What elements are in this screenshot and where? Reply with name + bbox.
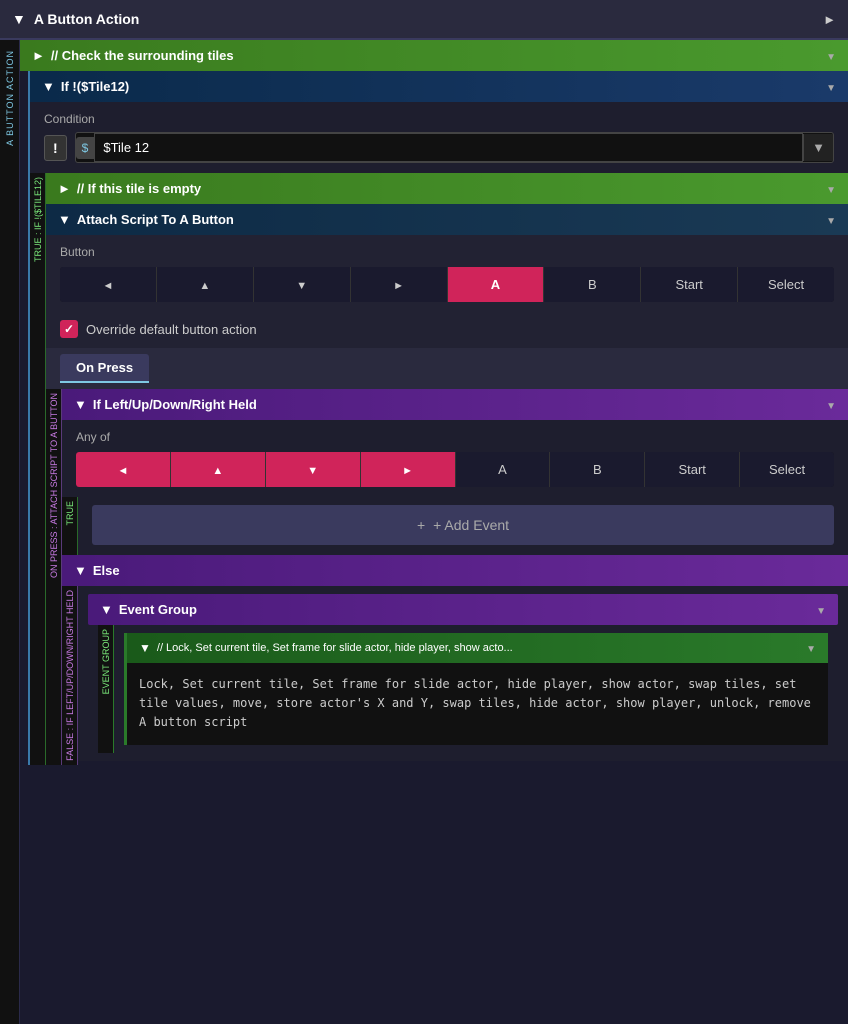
- btn-b[interactable]: B: [544, 267, 641, 302]
- btn-left[interactable]: [60, 267, 157, 302]
- condition-label: Condition: [44, 112, 834, 126]
- check-tiles-label: // Check the surrounding tiles: [51, 48, 234, 63]
- any-btn-right[interactable]: [361, 452, 456, 487]
- any-of-label: Any of: [76, 430, 834, 444]
- override-row: Override default button action: [46, 312, 848, 348]
- if-empty-icon: ►: [58, 181, 71, 196]
- dollar-badge: $: [76, 137, 95, 159]
- btn-start[interactable]: Start: [641, 267, 738, 302]
- any-btn-up[interactable]: [171, 452, 266, 487]
- override-checkbox[interactable]: [60, 320, 78, 338]
- lock-icon: ▼: [139, 641, 151, 655]
- any-btn-b[interactable]: B: [550, 452, 645, 487]
- on-press-area: On Press: [46, 348, 848, 389]
- true-held-block: TRUE + + Add Event: [62, 497, 848, 555]
- any-btn-down[interactable]: [266, 452, 361, 487]
- button-section-label: Button: [60, 245, 834, 259]
- header-expand-icon[interactable]: ►: [823, 12, 836, 27]
- any-of-button-row: A B Start Select: [76, 452, 834, 487]
- check-tiles-chevron[interactable]: [826, 48, 836, 63]
- false-label: FALSE : IF LEFT/UP/DOWN/RIGHT HELD: [65, 586, 75, 765]
- if-held-icon: ▼: [74, 397, 87, 412]
- else-bar[interactable]: ▼ Else: [62, 555, 848, 586]
- event-group-label: Event Group: [119, 602, 197, 617]
- any-btn-select[interactable]: Select: [740, 452, 834, 487]
- if-tile12-content: ▼ If !($Tile12) Condition ! $ ▼: [30, 71, 848, 765]
- lock-label: // Lock, Set current tile, Set frame for…: [157, 642, 513, 654]
- event-group-wrapper: ▼ Event Group: [78, 586, 848, 761]
- condition-row: ! $ ▼: [44, 132, 834, 163]
- content-area: ► // Check the surrounding tiles ▼ If !(…: [20, 40, 848, 1024]
- attach-script-icon: ▼: [58, 212, 71, 227]
- true-held-content: + + Add Event: [78, 497, 848, 555]
- lock-section: ▼ // Lock, Set current tile, Set frame f…: [124, 633, 828, 745]
- if-held-chevron[interactable]: [826, 397, 836, 412]
- btn-down[interactable]: [254, 267, 351, 302]
- attach-script-chevron[interactable]: [826, 212, 836, 227]
- not-badge: !: [44, 135, 67, 161]
- on-press-label: ON PRESS : ATTACH SCRIPT TO A BUTTON: [49, 389, 59, 582]
- header-title: A Button Action: [34, 11, 140, 27]
- true-held-label: TRUE: [65, 497, 75, 530]
- attach-script-bar[interactable]: ▼ Attach Script To A Button: [46, 204, 848, 235]
- if-empty-label: // If this tile is empty: [77, 181, 201, 196]
- lock-bar[interactable]: ▼ // Lock, Set current tile, Set frame f…: [127, 633, 828, 663]
- if-tile12-block: ▼ If !($Tile12) Condition ! $ ▼: [20, 71, 848, 765]
- if-tile12-bar[interactable]: ▼ If !($Tile12): [30, 71, 848, 102]
- lock-content: Lock, Set current tile, Set frame for sl…: [127, 663, 828, 745]
- condition-wrapper: $ ▼: [75, 132, 834, 163]
- true-block: TRUE : IF !($TILE12) ► // If this tile i…: [30, 173, 848, 765]
- else-label: Else: [93, 563, 120, 578]
- condition-dropdown-arrow[interactable]: ▼: [803, 134, 833, 161]
- btn-up[interactable]: [157, 267, 254, 302]
- check-tiles-icon: ►: [32, 48, 45, 63]
- event-group-chevron[interactable]: [816, 602, 826, 617]
- override-label: Override default button action: [86, 322, 257, 337]
- add-event-plus: +: [417, 517, 425, 533]
- event-group-icon: ▼: [100, 602, 113, 617]
- on-press-tab-btn[interactable]: On Press: [60, 354, 149, 383]
- collapse-icon[interactable]: ▼: [12, 11, 26, 27]
- button-area: Button A B Start Select: [46, 235, 848, 312]
- top-header: ▼ A Button Action ►: [0, 0, 848, 40]
- blue-border-1: [20, 71, 30, 765]
- event-group-inner-content: ▼ // Lock, Set current tile, Set frame f…: [114, 625, 838, 753]
- sidebar-label: A BUTTON ACTION: [5, 50, 15, 146]
- on-press-content: ▼ If Left/Up/Down/Right Held Any of: [62, 389, 848, 765]
- condition-input[interactable]: [94, 133, 803, 162]
- if-held-bar[interactable]: ▼ If Left/Up/Down/Right Held: [62, 389, 848, 420]
- check-tiles-bar[interactable]: ► // Check the surrounding tiles: [20, 40, 848, 71]
- true-content: ► // If this tile is empty ▼ Attach Scri…: [46, 173, 848, 765]
- add-event-area: + + Add Event: [78, 497, 848, 555]
- add-event-button[interactable]: + + Add Event: [92, 505, 834, 545]
- lock-chevron[interactable]: [806, 641, 816, 655]
- event-group-bar[interactable]: ▼ Event Group: [88, 594, 838, 625]
- any-btn-start[interactable]: Start: [645, 452, 740, 487]
- false-block: FALSE : IF LEFT/UP/DOWN/RIGHT HELD ▼: [62, 586, 848, 765]
- event-group-inner-label: EVENT GROUP: [101, 625, 111, 698]
- true-label: TRUE : IF !($TILE12): [33, 173, 43, 266]
- btn-select[interactable]: Select: [738, 267, 834, 302]
- if-empty-bar[interactable]: ► // If this tile is empty: [46, 173, 848, 204]
- any-of-area: Any of A B Start: [62, 420, 848, 497]
- if-tile12-label: If !($Tile12): [61, 79, 129, 94]
- false-content: ▼ Event Group: [78, 586, 848, 765]
- header-left: ▼ A Button Action: [12, 11, 139, 27]
- if-tile12-chevron[interactable]: [826, 79, 836, 94]
- attach-script-label: Attach Script To A Button: [77, 212, 234, 227]
- if-tile12-icon: ▼: [42, 79, 55, 94]
- btn-a[interactable]: A: [448, 267, 545, 302]
- button-row: A B Start Select: [60, 267, 834, 302]
- if-empty-chevron[interactable]: [826, 181, 836, 196]
- main-layout: A BUTTON ACTION ► // Check the surroundi…: [0, 40, 848, 1024]
- else-icon: ▼: [74, 563, 87, 578]
- condition-area: Condition ! $ ▼: [30, 102, 848, 173]
- any-btn-a[interactable]: A: [456, 452, 551, 487]
- add-event-label: + Add Event: [433, 517, 509, 533]
- any-btn-left[interactable]: [76, 452, 171, 487]
- on-press-block: ON PRESS : ATTACH SCRIPT TO A BUTTON ▼ I…: [46, 389, 848, 765]
- event-group-inner: EVENT GROUP: [98, 625, 838, 753]
- if-held-label: If Left/Up/Down/Right Held: [93, 397, 257, 412]
- btn-right[interactable]: [351, 267, 448, 302]
